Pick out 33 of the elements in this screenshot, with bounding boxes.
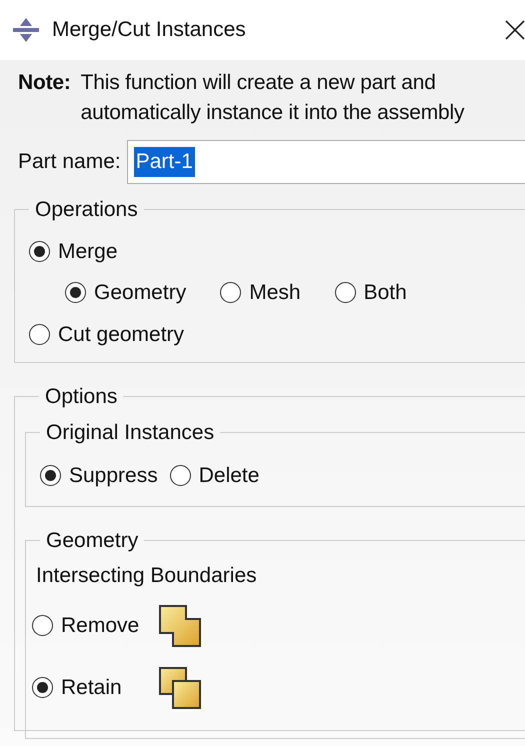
note-label: Note: xyxy=(18,70,71,96)
app-icon xyxy=(12,17,40,43)
radio-label: Geometry xyxy=(94,280,186,306)
radio-label: Merge xyxy=(58,238,118,264)
note-text: This function will create a new part and xyxy=(80,70,437,96)
overlapping-squares-icon xyxy=(159,666,201,708)
radio-button[interactable] xyxy=(220,282,242,304)
radio-label: Mesh xyxy=(249,280,301,306)
union-shapes-icon xyxy=(159,604,201,646)
radio-button[interactable] xyxy=(40,465,61,486)
section-label: Intersecting Boundaries xyxy=(36,563,258,589)
text-field[interactable]: Part-1 xyxy=(126,140,525,184)
note-text: automatically instance it into the assembly xyxy=(80,100,464,126)
radio-button[interactable] xyxy=(170,465,191,486)
group-title: Geometry xyxy=(45,528,140,554)
group-title: Options xyxy=(44,384,118,410)
radio-button[interactable] xyxy=(334,282,356,304)
window-title: Merge/Cut Instances xyxy=(52,17,246,44)
radio-button[interactable] xyxy=(32,615,53,636)
radio-button[interactable] xyxy=(32,677,53,698)
radio-label: Both xyxy=(364,280,407,306)
radio-button[interactable] xyxy=(29,240,50,262)
radio-button[interactable] xyxy=(29,324,50,345)
group-title: Operations xyxy=(34,197,139,223)
close-icon[interactable] xyxy=(505,20,525,40)
radio-label: Suppress xyxy=(69,463,158,489)
field-label: Part name: xyxy=(18,149,121,176)
radio-label: Delete xyxy=(198,463,260,489)
radio-label: Retain xyxy=(61,674,123,701)
radio-label: Cut geometry xyxy=(58,322,184,348)
radio-button[interactable] xyxy=(65,282,86,304)
radio-label: Remove xyxy=(61,612,140,639)
group-title: Original Instances xyxy=(45,420,216,446)
